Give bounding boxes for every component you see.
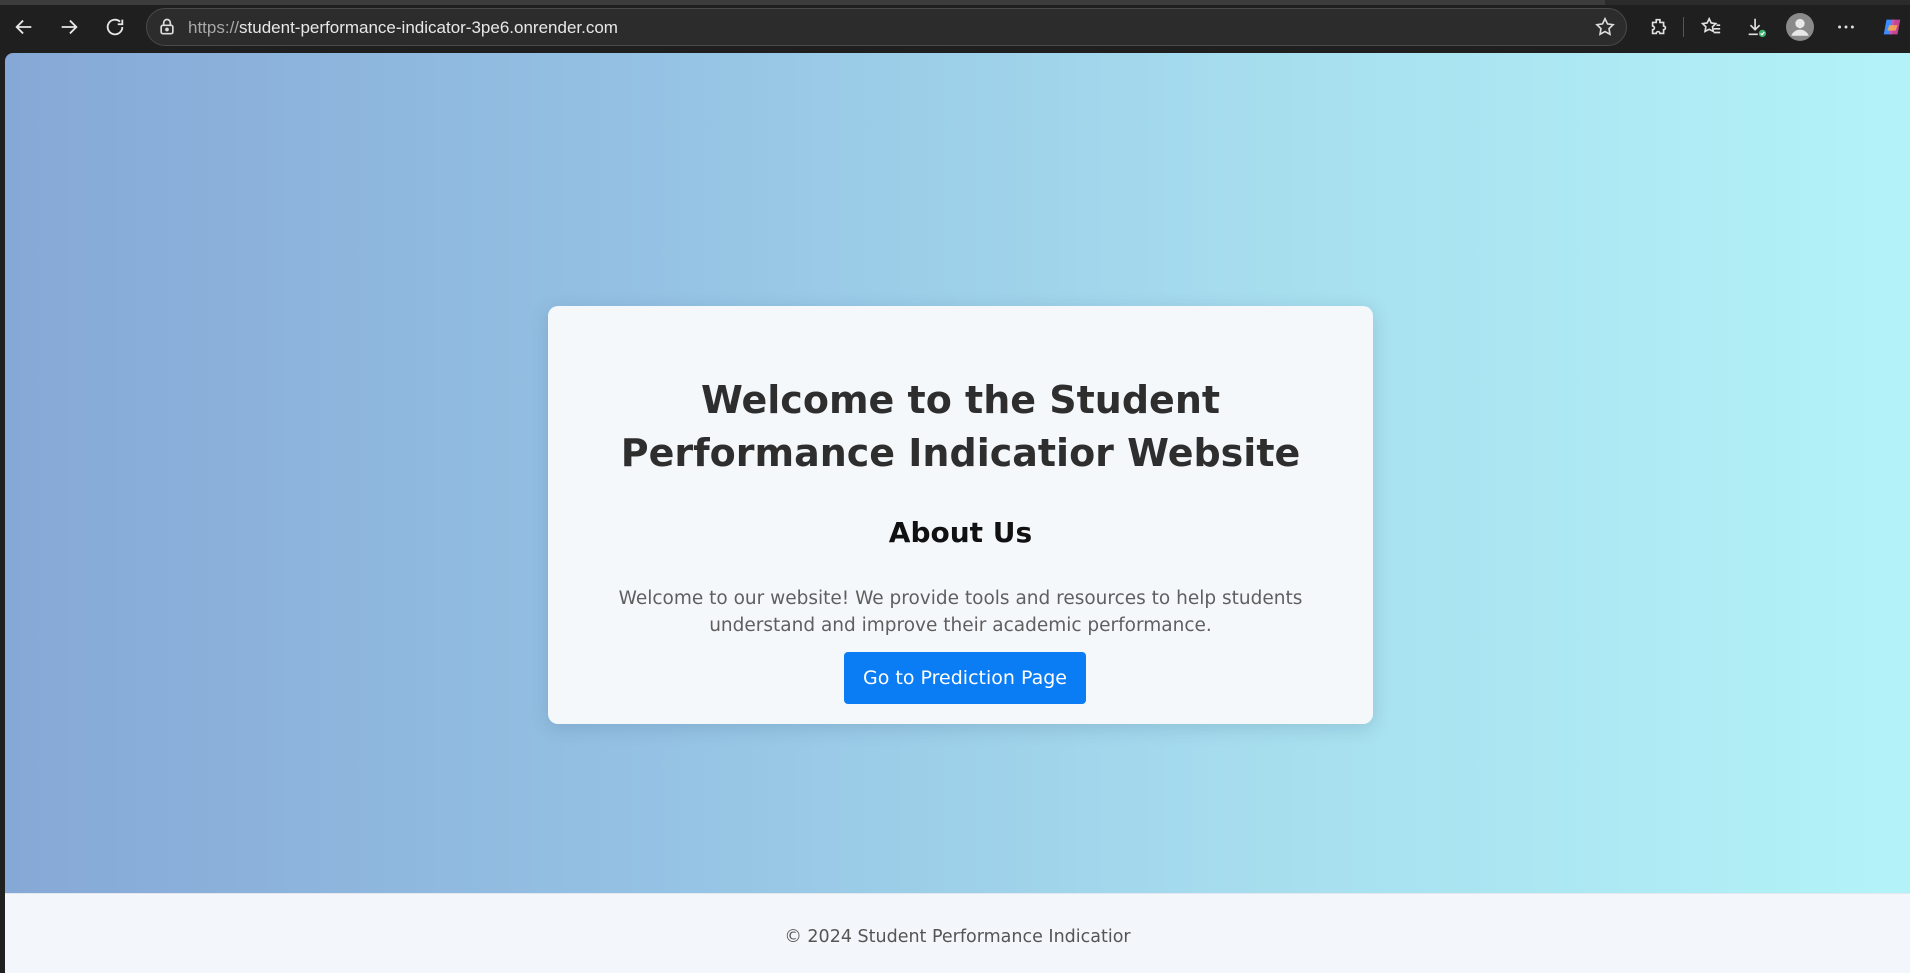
back-button[interactable] xyxy=(8,11,40,43)
toolbar-divider xyxy=(1683,17,1684,37)
more-options-button[interactable] xyxy=(1830,11,1862,43)
profile-button[interactable] xyxy=(1784,11,1816,43)
about-heading: About Us xyxy=(888,516,1033,549)
welcome-card: Welcome to the Student Performance Indic… xyxy=(548,306,1373,724)
footer: © 2024 Student Performance Indicatior xyxy=(5,893,1910,973)
forward-button[interactable] xyxy=(53,11,85,43)
favorites-button[interactable] xyxy=(1695,11,1727,43)
page-viewport: Welcome to the Student Performance Indic… xyxy=(5,53,1910,973)
extensions-button[interactable] xyxy=(1643,11,1675,43)
back-arrow-icon xyxy=(15,19,32,35)
copilot-icon xyxy=(1883,19,1901,35)
favorites-icon xyxy=(1700,16,1721,34)
active-tab-indicator xyxy=(0,0,1605,5)
footer-copyright: © 2024 Student Performance Indicatior xyxy=(784,927,1131,947)
forward-arrow-icon xyxy=(61,19,78,35)
url-text[interactable]: https://student-performance-indicator-3p… xyxy=(188,18,618,38)
url-host: student-performance-indicator-3pe6.onren… xyxy=(239,18,618,37)
extensions-icon xyxy=(1651,18,1667,35)
downloads-icon xyxy=(1748,18,1767,38)
favorite-star-icon[interactable] xyxy=(1594,16,1616,38)
tab-strip xyxy=(0,0,1910,5)
about-text: Welcome to our website! We provide tools… xyxy=(618,588,1303,636)
url-scheme: https:// xyxy=(188,18,240,37)
page-title: Welcome to the Student Performance Indic… xyxy=(620,378,1301,475)
lock-icon[interactable] xyxy=(157,17,177,37)
go-to-prediction-button[interactable]: Go to Prediction Page xyxy=(844,652,1086,704)
address-bar[interactable]: https://student-performance-indicator-3p… xyxy=(146,8,1627,46)
browser-toolbar: https://student-performance-indicator-3p… xyxy=(0,0,1910,53)
refresh-icon xyxy=(106,18,124,36)
refresh-button[interactable] xyxy=(99,11,131,43)
copilot-button[interactable] xyxy=(1876,11,1908,43)
profile-icon xyxy=(1786,13,1814,41)
downloads-button[interactable] xyxy=(1740,11,1772,43)
more-icon xyxy=(1838,25,1854,29)
